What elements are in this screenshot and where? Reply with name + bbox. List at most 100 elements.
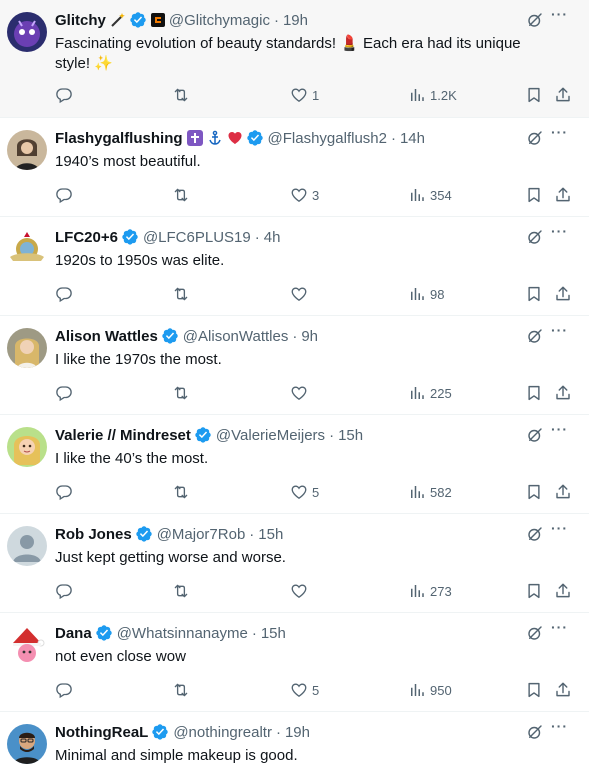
author-name[interactable]: LFC20+6	[55, 229, 118, 246]
repost-button[interactable]	[172, 85, 190, 105]
timestamp[interactable]: 15h	[261, 625, 286, 642]
bookmark-button[interactable]	[525, 482, 543, 502]
repost-button[interactable]	[172, 581, 190, 601]
like-button[interactable]: 5	[290, 680, 319, 700]
more-icon[interactable]: ···	[551, 323, 569, 343]
reply-button[interactable]	[55, 581, 73, 601]
share-button[interactable]	[554, 185, 572, 205]
views-button[interactable]: 582	[408, 482, 452, 502]
bookmark-button[interactable]	[525, 680, 543, 700]
author-handle[interactable]: @Flashygalflush2	[268, 130, 387, 147]
tweet[interactable]: Flashygalflushing @Flashygalflush2 · 14h…	[0, 118, 589, 217]
grok-icon[interactable]	[526, 11, 544, 29]
like-button[interactable]	[290, 581, 312, 601]
reply-button[interactable]	[55, 85, 73, 105]
author-name[interactable]: Rob Jones	[55, 526, 132, 543]
bookmark-button[interactable]	[525, 581, 543, 601]
more-icon[interactable]: ···	[551, 7, 569, 27]
more-icon[interactable]: ···	[551, 224, 569, 244]
timestamp[interactable]: 19h	[283, 12, 308, 29]
tweet[interactable]: Rob Jones @Major7Rob · 15h ··· Just kept…	[0, 514, 589, 613]
like-button[interactable]: 1	[290, 85, 319, 105]
grok-icon[interactable]	[526, 129, 544, 147]
avatar[interactable]	[7, 130, 47, 170]
share-button[interactable]	[554, 680, 572, 700]
author-handle[interactable]: @ValerieMeijers	[216, 427, 325, 444]
share-button[interactable]	[554, 383, 572, 403]
views-button[interactable]: 1.2K	[408, 85, 457, 105]
like-button[interactable]: 5	[290, 482, 319, 502]
bookmark-button[interactable]	[525, 383, 543, 403]
tweet[interactable]: Glitchy @Glitchymagic · 19h ··· Fascinat…	[0, 0, 589, 118]
repost-button[interactable]	[172, 680, 190, 700]
like-button[interactable]	[290, 383, 312, 403]
tweet[interactable]: NothingReaL @nothingrealtr · 19h ··· Min…	[0, 712, 589, 778]
bookmark-button[interactable]	[525, 284, 543, 304]
more-icon[interactable]: ···	[551, 422, 569, 442]
avatar[interactable]	[7, 229, 47, 269]
like-button[interactable]: 3	[290, 185, 319, 205]
author-handle[interactable]: @Whatsinnanayme	[117, 625, 248, 642]
reply-button[interactable]	[55, 383, 73, 403]
author-handle[interactable]: @LFC6PLUS19	[143, 229, 251, 246]
verified-badge-icon	[194, 426, 212, 444]
views-button[interactable]: 273	[408, 581, 452, 601]
share-button[interactable]	[554, 581, 572, 601]
author-name[interactable]: Alison Wattles	[55, 328, 158, 345]
reply-button[interactable]	[55, 185, 73, 205]
author-name[interactable]: Flashygalflushing	[55, 130, 183, 147]
author-handle[interactable]: @nothingrealtr	[173, 724, 272, 741]
author-handle[interactable]: @Glitchymagic	[169, 12, 270, 29]
grok-icon[interactable]	[526, 228, 544, 246]
avatar[interactable]	[7, 328, 47, 368]
reply-button[interactable]	[55, 680, 73, 700]
timestamp[interactable]: 9h	[301, 328, 318, 345]
avatar[interactable]	[7, 625, 47, 665]
timestamp[interactable]: 4h	[264, 229, 281, 246]
share-button[interactable]	[554, 482, 572, 502]
avatar[interactable]	[7, 427, 47, 467]
avatar[interactable]	[7, 526, 47, 566]
author-name[interactable]: Valerie // Mindreset	[55, 427, 191, 444]
author-name[interactable]: Dana	[55, 625, 92, 642]
more-icon[interactable]: ···	[551, 521, 569, 541]
author-name[interactable]: NothingReaL	[55, 724, 148, 741]
avatar[interactable]	[7, 724, 47, 764]
more-icon[interactable]: ···	[551, 125, 569, 145]
repost-button[interactable]	[172, 185, 190, 205]
grok-icon[interactable]	[526, 624, 544, 642]
more-icon[interactable]: ···	[551, 620, 569, 640]
views-button[interactable]: 98	[408, 284, 444, 304]
repost-button[interactable]	[172, 482, 190, 502]
author-name[interactable]: Glitchy	[55, 12, 106, 29]
tweet[interactable]: Valerie // Mindreset @ValerieMeijers · 1…	[0, 415, 589, 514]
bookmark-button[interactable]	[525, 85, 543, 105]
views-button[interactable]: 354	[408, 185, 452, 205]
timestamp[interactable]: 15h	[338, 427, 363, 444]
like-button[interactable]	[290, 284, 312, 304]
repost-button[interactable]	[172, 383, 190, 403]
views-button[interactable]: 950	[408, 680, 452, 700]
tweet[interactable]: Dana @Whatsinnanayme · 15h ··· not even …	[0, 613, 589, 712]
grok-icon[interactable]	[526, 327, 544, 345]
grok-icon[interactable]	[526, 426, 544, 444]
timestamp[interactable]: 19h	[285, 724, 310, 741]
reply-button[interactable]	[55, 482, 73, 502]
reply-button[interactable]	[55, 284, 73, 304]
share-button[interactable]	[554, 284, 572, 304]
author-handle[interactable]: @AlisonWattles	[183, 328, 289, 345]
tweet[interactable]: LFC20+6 @LFC6PLUS19 · 4h ··· 1920s to 19…	[0, 217, 589, 316]
author-handle[interactable]: @Major7Rob	[157, 526, 246, 543]
repost-button[interactable]	[172, 284, 190, 304]
avatar[interactable]	[7, 12, 47, 52]
like-icon	[290, 384, 308, 402]
tweet[interactable]: Alison Wattles @AlisonWattles · 9h ··· I…	[0, 316, 589, 415]
timestamp[interactable]: 14h	[400, 130, 425, 147]
grok-icon[interactable]	[526, 525, 544, 543]
bookmark-button[interactable]	[525, 185, 543, 205]
more-icon[interactable]: ···	[551, 719, 569, 739]
timestamp[interactable]: 15h	[258, 526, 283, 543]
views-button[interactable]: 225	[408, 383, 452, 403]
grok-icon[interactable]	[526, 723, 544, 741]
share-button[interactable]	[554, 85, 572, 105]
